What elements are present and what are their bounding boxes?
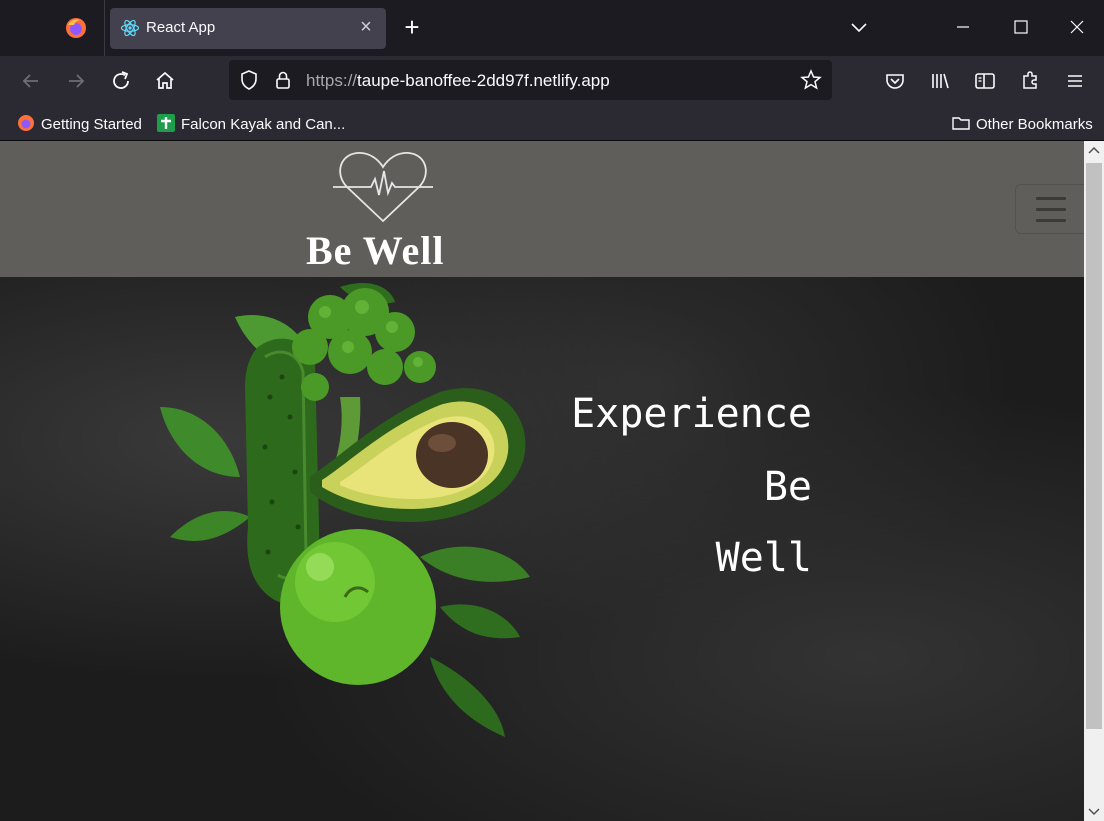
close-window-icon[interactable]: [1064, 14, 1090, 40]
tab-react-app[interactable]: React App ×: [110, 8, 386, 49]
heartbeat-heart-icon[interactable]: [331, 149, 435, 225]
page-viewport: Be Well Experience Be Well: [0, 141, 1084, 821]
menu-icon[interactable]: [1062, 68, 1088, 94]
firefox-icon: [18, 115, 34, 131]
url-text[interactable]: https://taupe-banoffee-2dd97f.netlify.ap…: [306, 71, 610, 91]
folder-icon: [952, 117, 970, 130]
url-scheme: https://: [306, 71, 358, 90]
green-cross-icon: [157, 114, 175, 132]
chevron-down-icon[interactable]: [846, 14, 872, 40]
vegetables-image: [160, 282, 530, 737]
brand-title[interactable]: Be Well: [306, 227, 444, 274]
bookmark-falcon-kayak[interactable]: Falcon Kayak and Can...: [157, 114, 345, 134]
home-icon[interactable]: [152, 68, 178, 94]
react-icon: [120, 19, 140, 37]
bookmark-label: Falcon Kayak and Can...: [181, 116, 346, 133]
hamburger-line: [1036, 208, 1066, 211]
hero-text-experience: Experience: [571, 391, 812, 437]
tab-strip: React App × +: [0, 0, 1104, 56]
new-tab-icon[interactable]: +: [398, 14, 426, 42]
sidebar-icon[interactable]: [972, 68, 998, 94]
lock-icon[interactable]: [271, 68, 295, 92]
library-icon[interactable]: [927, 68, 953, 94]
scrollbar-thumb[interactable]: [1086, 163, 1102, 729]
hero-text-be: Be: [763, 464, 812, 510]
hamburger-line: [1036, 219, 1066, 222]
back-arrow-icon[interactable]: [18, 68, 44, 94]
bookmarks-toolbar: Getting Started Falcon Kayak and Can... …: [0, 106, 1104, 141]
tab-separator: [104, 0, 105, 56]
extensions-icon[interactable]: [1017, 68, 1043, 94]
bookmark-label: Getting Started: [41, 116, 142, 133]
forward-arrow-icon[interactable]: [63, 68, 89, 94]
nav-toolbar: https://taupe-banoffee-2dd97f.netlify.ap…: [0, 56, 1104, 106]
hero-text-well: Well: [715, 535, 812, 581]
bookmark-getting-started[interactable]: Getting Started: [17, 114, 142, 134]
navbar-toggler[interactable]: [1015, 184, 1084, 234]
firefox-icon[interactable]: [64, 16, 88, 40]
close-tab-icon[interactable]: ×: [354, 16, 378, 40]
reload-icon[interactable]: [108, 68, 134, 94]
scroll-down-arrow-icon[interactable]: [1084, 801, 1104, 821]
page-scrollbar[interactable]: [1084, 141, 1104, 821]
other-bookmarks-label: Other Bookmarks: [976, 116, 1093, 133]
hamburger-line: [1036, 197, 1066, 200]
hero-section: Experience Be Well: [0, 277, 1084, 821]
url-host: taupe-banoffee-2dd97f.netlify.app: [357, 71, 610, 90]
minimize-icon[interactable]: [950, 14, 976, 40]
pocket-icon[interactable]: [882, 68, 908, 94]
scroll-up-arrow-icon[interactable]: [1084, 141, 1104, 161]
tab-title: React App: [146, 19, 216, 36]
site-header: Be Well: [0, 141, 1084, 277]
other-bookmarks[interactable]: Other Bookmarks: [952, 114, 1093, 134]
star-icon[interactable]: [799, 68, 823, 92]
maximize-icon[interactable]: [1008, 14, 1034, 40]
shield-icon[interactable]: [237, 68, 261, 92]
address-bar[interactable]: https://taupe-banoffee-2dd97f.netlify.ap…: [229, 60, 832, 100]
